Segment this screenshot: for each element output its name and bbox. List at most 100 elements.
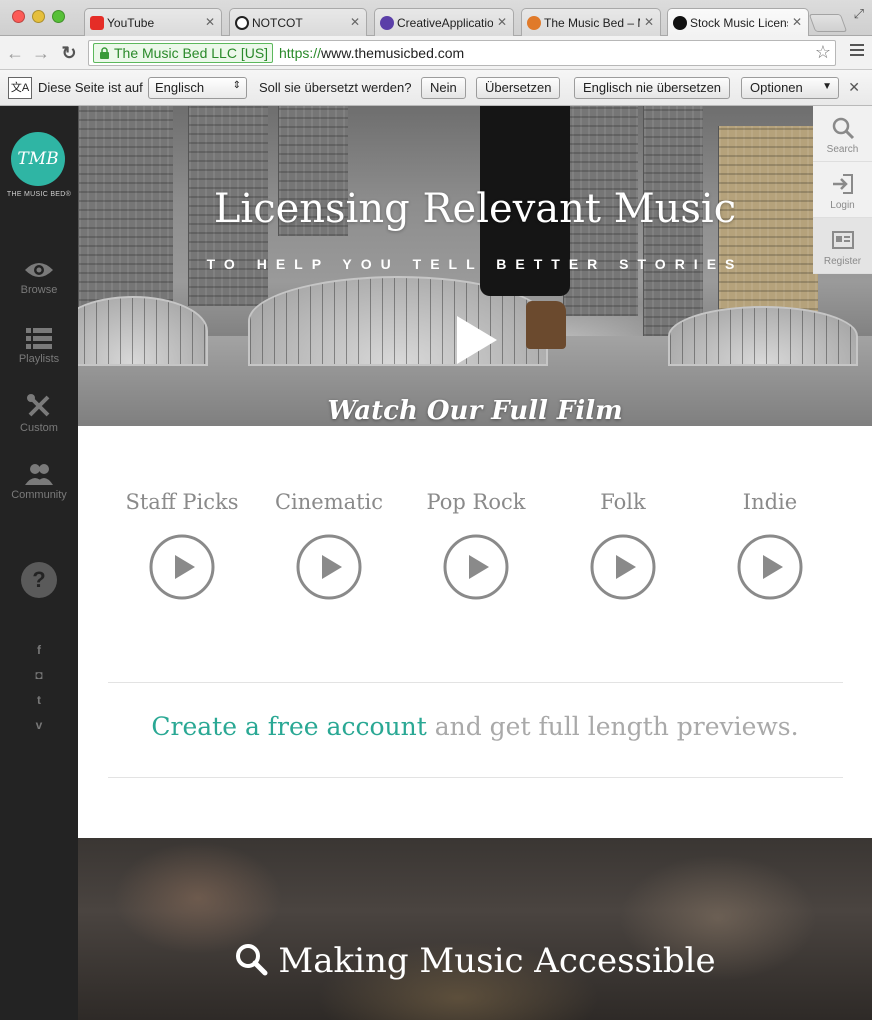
list-icon (26, 328, 52, 349)
play-circle-icon[interactable] (443, 534, 509, 600)
hero-video[interactable]: Licensing Relevant Music TO HELP YOU TEL… (78, 106, 872, 426)
url-host: www.themusicbed.com (321, 45, 465, 61)
instagram-icon[interactable]: ◘ (0, 668, 78, 682)
search-button[interactable]: Search (813, 106, 872, 162)
ev-certificate-badge[interactable]: The Music Bed LLC [US] (93, 43, 274, 63)
play-circle-icon[interactable] (149, 534, 215, 600)
translate-bar: 文A Diese Seite ist auf Englisch ⇕ Soll s… (0, 70, 872, 106)
music-bed-favicon-icon (527, 16, 541, 30)
tab-youtube[interactable]: YouTube ✕ (84, 8, 222, 36)
address-bar[interactable]: The Music Bed LLC [US] https://www.themu… (88, 40, 836, 66)
divider (108, 777, 843, 778)
notcot-icon (235, 16, 249, 30)
lock-icon (100, 47, 109, 59)
site-sidebar: TMB THE MUSIC BED® Browse Playlists Cust… (0, 106, 78, 1020)
sidebar-item-browse[interactable]: Browse (0, 260, 78, 296)
options-label: Optionen (750, 80, 803, 95)
sidebar-item-label: Browse (20, 284, 58, 296)
hero-subtitle: TO HELP YOU TELL BETTER STORIES (206, 256, 744, 272)
genre-staff-picks[interactable]: Staff Picks (117, 490, 247, 600)
sidebar-item-community[interactable]: Community (0, 463, 78, 501)
account-panel: Search Login Register (813, 106, 872, 274)
search-icon (236, 944, 268, 976)
play-circle-icon[interactable] (737, 534, 803, 600)
tab-notcot[interactable]: NOTCOT ✕ (229, 8, 367, 36)
music-bed-logo[interactable]: TMB (11, 132, 65, 186)
close-window-button[interactable] (12, 10, 25, 23)
tab-title: Stock Music Licens (690, 16, 788, 30)
tab-title: NOTCOT (252, 16, 303, 30)
browser-tab-strip: YouTube ✕ NOTCOT ✕ CreativeApplicatio ✕ … (0, 0, 872, 37)
updown-icon: ⇕ (232, 80, 241, 91)
create-account-link[interactable]: Create a free account (151, 712, 426, 741)
no-button[interactable]: Nein (421, 77, 466, 99)
tab-title: YouTube (107, 16, 155, 30)
watch-film-link[interactable]: Watch Our Full Film (78, 396, 872, 426)
sidebar-item-custom[interactable]: Custom (0, 394, 78, 434)
genre-indie[interactable]: Indie (705, 490, 835, 600)
zoom-window-button[interactable] (52, 10, 65, 23)
search-banner-title[interactable]: Making Music Accessible (78, 941, 872, 981)
genre-label: Cinematic (274, 490, 384, 514)
sidebar-item-playlists[interactable]: Playlists (0, 327, 78, 365)
close-tab-icon[interactable]: ✕ (644, 15, 654, 29)
skylight-dome-image (78, 296, 208, 366)
search-label: Search (826, 144, 859, 155)
genre-label: Indie (742, 490, 798, 514)
browser-toolbar: ← → ↻ The Music Bed LLC [US] https://www… (0, 36, 872, 70)
fullscreen-icon[interactable]: ⤢ (854, 6, 864, 22)
twitter-glyph: t (37, 693, 41, 707)
boot-image (526, 301, 566, 349)
id-card-icon (831, 231, 854, 249)
tab-the-music-bed[interactable]: The Music Bed – M ✕ (521, 8, 661, 36)
genre-label: Pop Rock (426, 490, 526, 514)
close-tab-icon[interactable]: ✕ (205, 15, 215, 29)
search-banner-text: Making Music Accessible (278, 941, 716, 981)
chrome-menu-icon[interactable] (850, 44, 864, 58)
help-icon[interactable]: ? (21, 562, 57, 598)
tab-stock-music-licensing[interactable]: Stock Music Licens ✕ (667, 8, 809, 37)
close-tab-icon[interactable]: ✕ (350, 15, 360, 29)
eye-icon (25, 263, 53, 277)
play-circle-icon[interactable] (296, 534, 362, 600)
login-icon (832, 174, 853, 194)
options-button[interactable]: Optionen ▼ (741, 77, 839, 99)
sidebar-item-label: Playlists (18, 353, 60, 365)
reload-icon[interactable]: ↻ (58, 42, 80, 64)
register-button[interactable]: Register (813, 218, 872, 274)
never-translate-button[interactable]: Englisch nie übersetzen (574, 77, 731, 99)
twitter-icon[interactable]: t (0, 693, 78, 707)
play-circle-icon[interactable] (590, 534, 656, 600)
hero-title: Licensing Relevant Music (213, 186, 737, 232)
new-tab-button[interactable] (808, 14, 848, 32)
source-language-select[interactable]: Englisch ⇕ (148, 77, 247, 99)
forward-icon[interactable]: → (30, 42, 52, 64)
back-icon[interactable]: ← (4, 42, 26, 64)
sidebar-item-label: Community (11, 489, 67, 501)
genre-label: Staff Picks (125, 490, 239, 514)
genre-folk[interactable]: Folk (558, 490, 688, 600)
tab-title: CreativeApplicatio (397, 16, 493, 30)
logo-mark: TMB (17, 149, 59, 169)
facebook-icon[interactable]: f (0, 643, 78, 657)
tab-creativeapplications[interactable]: CreativeApplicatio ✕ (374, 8, 514, 36)
close-tab-icon[interactable]: ✕ (792, 15, 802, 29)
signup-prompt: Create a free account and get full lengt… (78, 712, 872, 741)
bookmark-star-icon[interactable]: ☆ (815, 42, 831, 63)
genre-label: Folk (600, 490, 646, 514)
minimize-window-button[interactable] (32, 10, 45, 23)
close-translate-bar-icon[interactable]: ✕ (848, 79, 860, 96)
creativeapplications-icon (380, 16, 394, 30)
translate-icon: 文A (8, 77, 32, 99)
genre-cinematic[interactable]: Cinematic (264, 490, 394, 600)
login-button[interactable]: Login (813, 162, 872, 218)
vimeo-icon[interactable]: v (0, 718, 78, 732)
play-icon[interactable] (455, 314, 499, 366)
sidebar-item-label: Custom (20, 422, 58, 434)
divider (108, 682, 843, 683)
people-icon (25, 464, 53, 485)
translate-button[interactable]: Übersetzen (476, 77, 561, 99)
close-tab-icon[interactable]: ✕ (497, 15, 507, 29)
youtube-icon (90, 16, 104, 30)
genre-pop-rock[interactable]: Pop Rock (411, 490, 541, 600)
